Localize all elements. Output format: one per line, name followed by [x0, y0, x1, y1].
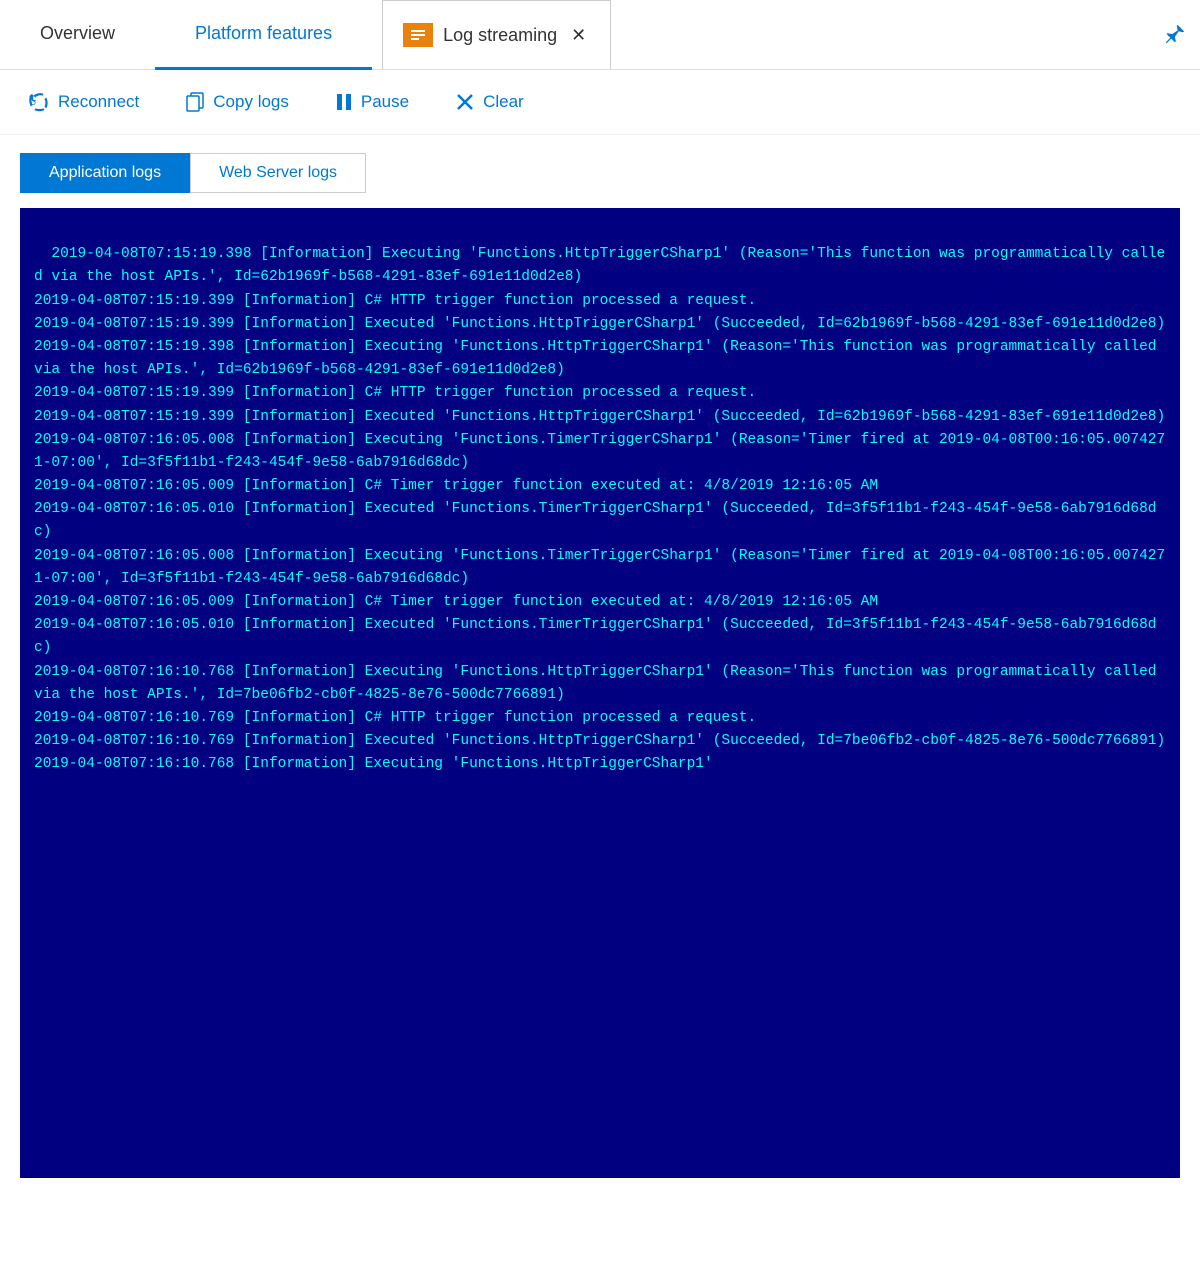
svg-text:↺: ↺	[30, 99, 37, 108]
application-logs-label: Application logs	[49, 164, 161, 181]
reconnect-label: Reconnect	[58, 92, 139, 112]
pause-icon	[335, 93, 353, 111]
log-type-tabs: Application logs Web Server logs	[0, 135, 1200, 193]
pause-label: Pause	[361, 92, 409, 112]
tab-platform-features-label: Platform features	[195, 23, 332, 44]
copy-icon	[185, 92, 205, 112]
copy-logs-button[interactable]: Copy logs	[177, 88, 297, 116]
tab-overview[interactable]: Overview	[0, 0, 155, 70]
tab-log-streaming-label: Log streaming	[443, 25, 557, 46]
tab-application-logs[interactable]: Application logs	[20, 153, 190, 193]
nav-tabs: Overview Platform features Log streaming…	[0, 0, 1200, 70]
log-streaming-icon	[403, 23, 433, 47]
toolbar: ↺ Reconnect Copy logs Pause	[0, 70, 1200, 135]
tab-overview-label: Overview	[40, 23, 115, 44]
reconnect-icon: ↺	[28, 92, 50, 112]
clear-button[interactable]: Clear	[447, 88, 532, 116]
pin-icon[interactable]	[1148, 0, 1200, 69]
log-output: 2019-04-08T07:15:19.398 [Information] Ex…	[34, 246, 1165, 772]
tab-platform-features[interactable]: Platform features	[155, 0, 372, 70]
tab-web-server-logs[interactable]: Web Server logs	[190, 153, 366, 193]
clear-label: Clear	[483, 92, 524, 112]
copy-logs-label: Copy logs	[213, 92, 289, 112]
tab-close-button[interactable]: ✕	[567, 23, 590, 48]
tab-log-streaming[interactable]: Log streaming ✕	[382, 0, 611, 69]
log-console[interactable]: 2019-04-08T07:15:19.398 [Information] Ex…	[20, 208, 1180, 1178]
reconnect-button[interactable]: ↺ Reconnect	[20, 88, 147, 116]
web-server-logs-label: Web Server logs	[219, 164, 337, 181]
clear-icon	[455, 92, 475, 112]
pause-button[interactable]: Pause	[327, 88, 417, 116]
